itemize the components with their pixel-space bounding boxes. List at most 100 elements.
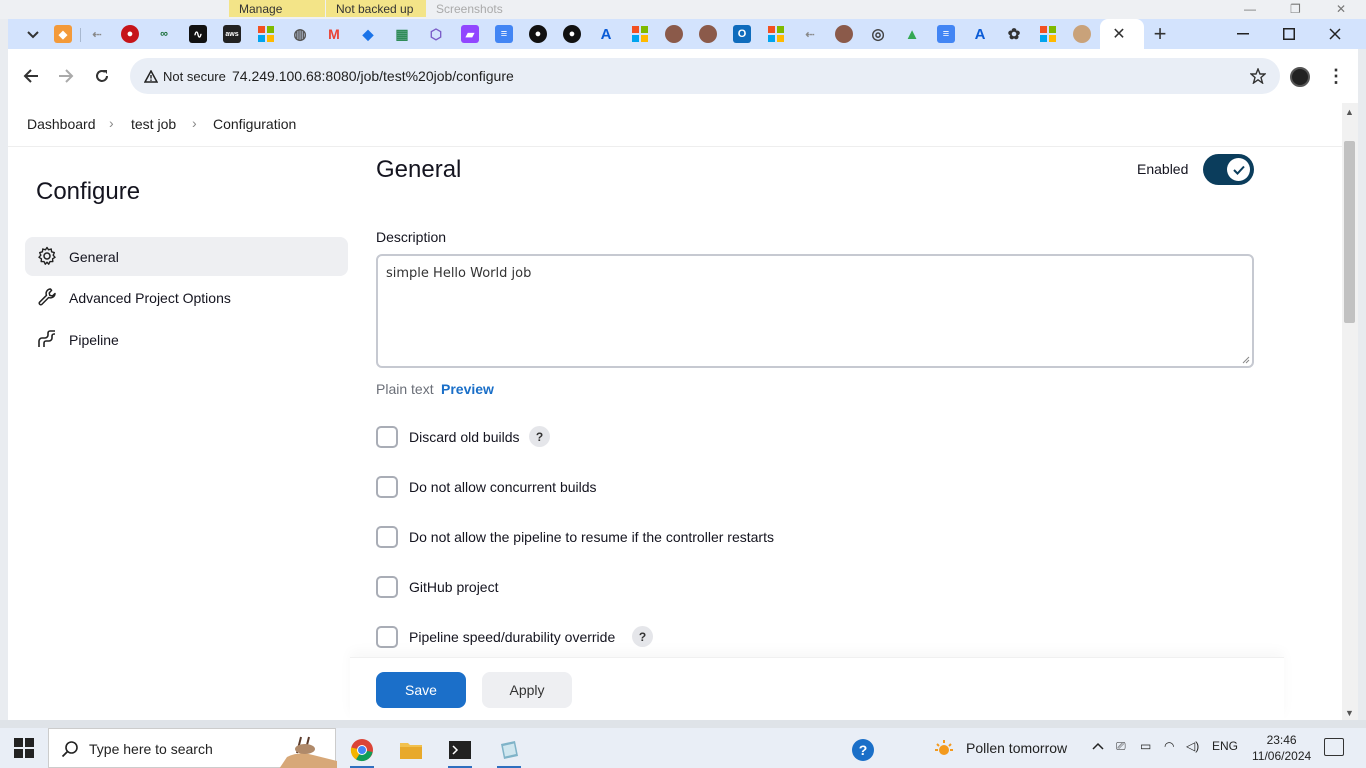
- github-icon[interactable]: ●: [529, 25, 547, 43]
- drive-icon[interactable]: ▲: [903, 25, 921, 43]
- taskbar-help[interactable]: ?: [843, 732, 883, 768]
- new-tab-button[interactable]: +: [1149, 21, 1171, 46]
- back-button[interactable]: [19, 64, 43, 88]
- checkbox[interactable]: [376, 576, 398, 598]
- azure-icon[interactable]: A: [971, 25, 989, 43]
- background-tab-screenshots[interactable]: Screenshots: [426, 0, 513, 17]
- tray-battery-icon[interactable]: ▭: [1140, 739, 1151, 753]
- avatar-icon[interactable]: [835, 25, 853, 43]
- checkbox[interactable]: [376, 476, 398, 498]
- background-restore-icon[interactable]: ❐: [1290, 2, 1301, 16]
- resize-grip-icon[interactable]: [1242, 356, 1250, 364]
- stock-icon[interactable]: ∿: [189, 25, 207, 43]
- link-icon[interactable]: ⇠: [88, 25, 106, 43]
- warning-icon: [144, 69, 158, 83]
- chrome-icon[interactable]: ◎: [869, 25, 887, 43]
- link-icon[interactable]: ⇠: [801, 25, 819, 43]
- microsoft-icon[interactable]: [631, 25, 649, 43]
- breadcrumb-dashboard[interactable]: Dashboard: [27, 116, 96, 132]
- tray-volume-icon[interactable]: ◁): [1186, 739, 1199, 753]
- avatar-icon[interactable]: [665, 25, 683, 43]
- breadcrumb-chevron-icon: ›: [192, 115, 197, 131]
- avatar-icon[interactable]: [1073, 25, 1091, 43]
- sidebar-item-general[interactable]: General: [25, 237, 348, 276]
- forward-button[interactable]: [54, 64, 78, 88]
- browser-menu-icon[interactable]: ⋮: [1326, 65, 1346, 87]
- tray-wifi-icon[interactable]: ◠: [1164, 739, 1174, 753]
- checkbox[interactable]: [376, 626, 398, 648]
- background-close-icon[interactable]: ✕: [1336, 2, 1346, 16]
- redhat-icon[interactable]: ●: [121, 25, 139, 43]
- tab-search-button[interactable]: [22, 24, 44, 46]
- microsoft-icon[interactable]: [257, 25, 275, 43]
- weather-text[interactable]: Pollen tomorrow: [966, 740, 1067, 756]
- help-icon[interactable]: ?: [632, 626, 653, 647]
- description-textarea[interactable]: simple Hello World job: [376, 254, 1254, 368]
- openai-icon[interactable]: ✿: [1005, 25, 1023, 43]
- option-label: Do not allow concurrent builds: [409, 479, 597, 495]
- weather-sun-icon[interactable]: [934, 738, 954, 758]
- scroll-down-icon[interactable]: ▼: [1345, 708, 1354, 718]
- profile-avatar[interactable]: [1290, 67, 1310, 87]
- microsoft-icon[interactable]: [1039, 25, 1057, 43]
- chevron-down-icon: [27, 31, 39, 39]
- background-minimize-icon[interactable]: —: [1244, 2, 1256, 16]
- twitch-icon[interactable]: ▰: [461, 25, 479, 43]
- infinity-icon[interactable]: ∞: [155, 25, 173, 43]
- aws-icon[interactable]: aws: [223, 25, 241, 43]
- sidebar-item-pipeline[interactable]: Pipeline: [25, 320, 348, 359]
- maximize-icon[interactable]: [1276, 23, 1302, 45]
- taskbar-file-explorer[interactable]: [391, 732, 431, 768]
- outlook-icon[interactable]: O: [733, 25, 751, 43]
- bookmark-star-icon[interactable]: [1248, 66, 1268, 86]
- preview-link[interactable]: Preview: [441, 381, 494, 397]
- enabled-toggle[interactable]: [1203, 154, 1254, 185]
- url-text[interactable]: 74.249.100.68:8080/job/test%20job/config…: [232, 68, 514, 84]
- reload-icon: [96, 70, 108, 82]
- reload-button[interactable]: [90, 64, 114, 88]
- taskbar-app[interactable]: [489, 732, 529, 768]
- taskbar-clock[interactable]: 23:46 11/06/2024: [1252, 732, 1311, 764]
- address-bar[interactable]: Not secure 74.249.100.68:8080/job/test%2…: [130, 58, 1280, 94]
- github-icon[interactable]: ●: [563, 25, 581, 43]
- taskbar-terminal[interactable]: [440, 732, 480, 768]
- diamond-icon[interactable]: ◆: [359, 25, 377, 43]
- tray-meet-icon[interactable]: ⎚: [1116, 739, 1126, 754]
- box-icon[interactable]: ◆: [54, 25, 72, 43]
- avatar-icon[interactable]: [699, 25, 717, 43]
- azure-icon[interactable]: A: [597, 25, 615, 43]
- checkbox[interactable]: [376, 526, 398, 548]
- apply-button[interactable]: Apply: [482, 672, 572, 708]
- close-tab-icon[interactable]: ✕: [1109, 24, 1129, 44]
- notification-center-icon[interactable]: [1324, 738, 1344, 756]
- close-window-icon[interactable]: [1322, 23, 1348, 45]
- grid-icon[interactable]: ▦: [393, 25, 411, 43]
- background-tab-not-backed-up[interactable]: Not backed up: [326, 0, 426, 17]
- taskbar-chrome[interactable]: [342, 732, 382, 768]
- globe-icon[interactable]: ◍: [291, 25, 309, 43]
- background-tab-manage[interactable]: Manage: [229, 0, 325, 17]
- docs-icon[interactable]: ≡: [495, 25, 513, 43]
- back-arrow-icon: [23, 69, 38, 83]
- gmail-icon[interactable]: M: [325, 25, 343, 43]
- breadcrumb-configuration[interactable]: Configuration: [213, 116, 296, 132]
- scroll-thumb[interactable]: [1344, 141, 1355, 323]
- help-icon[interactable]: ?: [529, 426, 550, 447]
- microsoft-icon[interactable]: [767, 25, 785, 43]
- checkbox[interactable]: [376, 426, 398, 448]
- page-scrollbar[interactable]: ▲ ▼: [1342, 103, 1358, 720]
- breadcrumb-test-job[interactable]: test job: [131, 116, 176, 132]
- scroll-up-icon[interactable]: ▲: [1345, 107, 1354, 117]
- tray-language[interactable]: ENG: [1212, 739, 1238, 753]
- sidebar-item-advanced-project-options[interactable]: Advanced Project Options: [25, 278, 348, 317]
- tray-chevron-up-icon[interactable]: [1092, 739, 1104, 753]
- tab-separator: [80, 28, 81, 42]
- security-chip[interactable]: Not secure: [138, 65, 232, 87]
- taskbar-search[interactable]: Type here to search: [48, 728, 337, 768]
- minimize-icon[interactable]: [1230, 23, 1256, 45]
- save-button[interactable]: Save: [376, 672, 466, 708]
- cube-icon[interactable]: ⬡: [427, 25, 445, 43]
- help-circle-icon: ?: [852, 739, 874, 761]
- windows-start-icon[interactable]: [14, 738, 34, 758]
- docs-icon[interactable]: ≡: [937, 25, 955, 43]
